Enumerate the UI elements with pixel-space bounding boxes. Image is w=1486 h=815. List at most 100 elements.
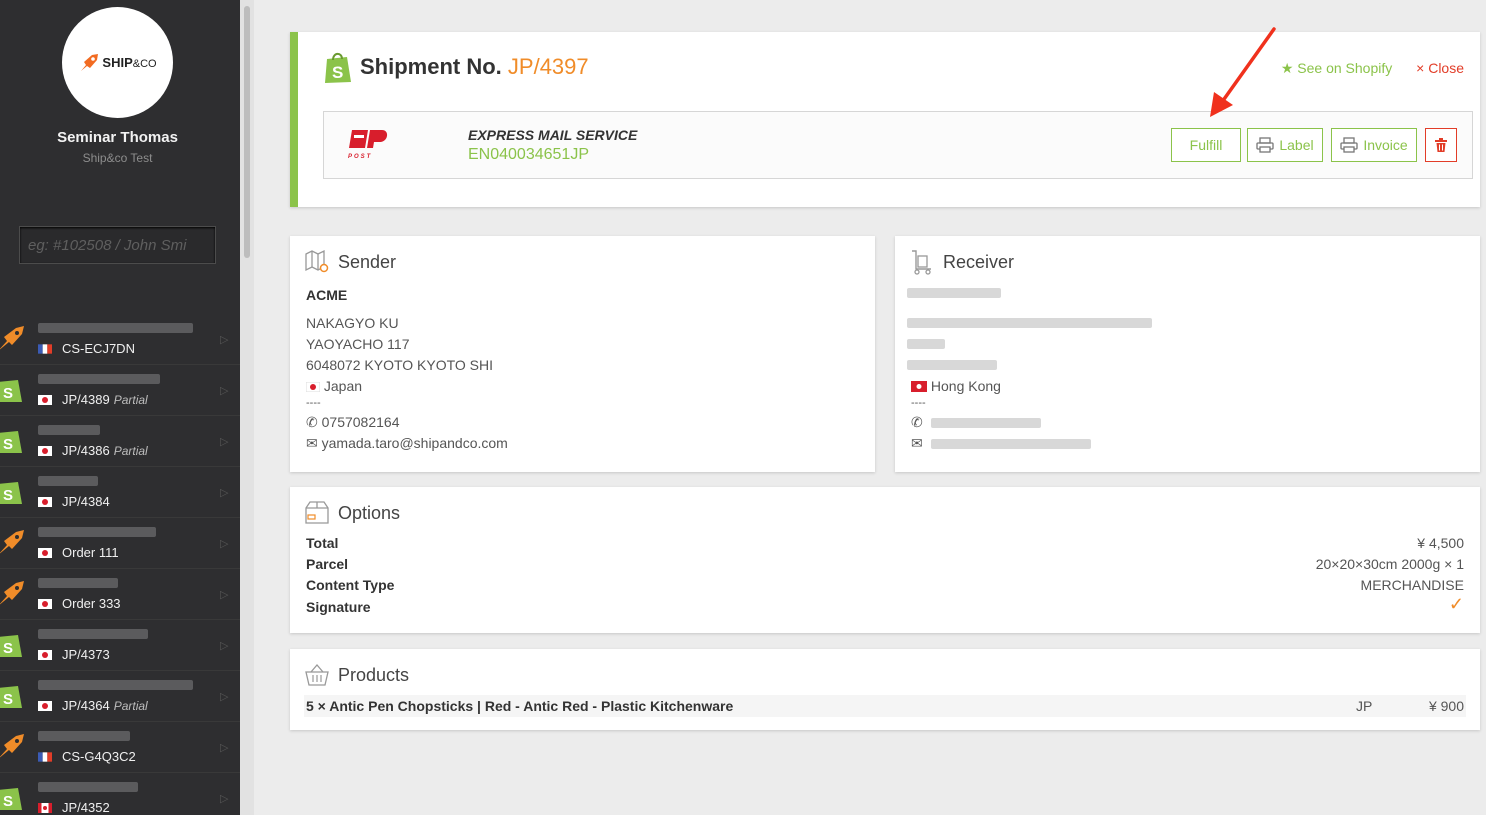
shipment-number: JP/4397 bbox=[507, 54, 589, 79]
customer-name-redacted bbox=[38, 782, 138, 792]
receiver-card: Receiver Hong Kong ---- ✆ ✉ bbox=[895, 236, 1480, 472]
svg-text:S: S bbox=[3, 436, 13, 453]
order-list-item[interactable]: Order 111 ▷ bbox=[0, 518, 240, 569]
order-list-item[interactable]: CS-G4Q3C2 ▷ bbox=[0, 722, 240, 773]
shopify-icon: S bbox=[0, 635, 22, 657]
shopify-icon: S bbox=[0, 686, 22, 708]
customer-name-redacted bbox=[38, 323, 193, 333]
order-list-item[interactable]: Order 333 ▷ bbox=[0, 569, 240, 620]
order-code: Order 111 bbox=[62, 545, 119, 560]
japan-flag-icon bbox=[38, 599, 52, 609]
mail-icon: ✉ bbox=[911, 435, 923, 451]
receiver-name-redacted bbox=[907, 288, 1001, 298]
receiver-email-redacted bbox=[931, 439, 1091, 449]
separator: ---- bbox=[306, 397, 321, 409]
tracking-number[interactable]: EN040034651JP bbox=[468, 146, 589, 164]
order-list: CS-ECJ7DN ▷ S JP/4389 Partial ▷ S JP/4386… bbox=[0, 314, 240, 815]
shipandco-logo[interactable]: SHIP&CO bbox=[62, 7, 173, 118]
order-list-item[interactable]: CS-ECJ7DN ▷ bbox=[0, 314, 240, 365]
content-type-label: Content Type bbox=[306, 577, 395, 593]
invoice-button[interactable]: Invoice bbox=[1331, 128, 1417, 162]
fulfill-button[interactable]: Fulfill bbox=[1171, 128, 1241, 162]
order-list-item[interactable]: S JP/4384 ▷ bbox=[0, 467, 240, 518]
carrier-service: EXPRESS MAIL SERVICE bbox=[468, 127, 638, 143]
parcel-value: 20×20×30cm 2000g × 1 bbox=[1315, 556, 1464, 572]
order-code: JP/4384 bbox=[62, 494, 110, 509]
order-code: CS-G4Q3C2 bbox=[62, 749, 136, 764]
content-type-value: MERCHANDISE bbox=[1360, 577, 1464, 593]
order-code: JP/4364 Partial bbox=[62, 698, 148, 713]
sender-address-line: 6048072 KYOTO KYOTO SHI bbox=[306, 357, 494, 373]
customer-name-redacted bbox=[38, 629, 148, 639]
sidebar: SHIP&CO Seminar Thomas Ship&co Test CS-E… bbox=[0, 0, 240, 815]
order-code: CS-ECJ7DN bbox=[62, 341, 135, 356]
customer-name-redacted bbox=[38, 731, 130, 741]
receiver-phone-redacted bbox=[931, 418, 1041, 428]
chevron-right-icon: ▷ bbox=[220, 691, 229, 703]
label-button[interactable]: Label bbox=[1247, 128, 1323, 162]
signature-check-icon: ✓ bbox=[1448, 594, 1464, 614]
shopify-bag-icon: S bbox=[325, 52, 351, 83]
sender-address-line: NAKAGYO KU bbox=[306, 315, 399, 331]
receiver-email: ✉ bbox=[911, 435, 923, 452]
shopify-icon: S bbox=[0, 431, 22, 453]
hand-truck-icon bbox=[912, 250, 931, 275]
sender-title: Sender bbox=[338, 252, 397, 272]
japan-flag-icon bbox=[38, 650, 52, 660]
total-value: ¥ 4,500 bbox=[1417, 535, 1464, 551]
customer-name-redacted bbox=[38, 680, 193, 690]
shipment-links: ★ See on Shopify × Close bbox=[1281, 60, 1464, 77]
chevron-right-icon: ▷ bbox=[220, 640, 229, 652]
product-row: 5 × Antic Pen Chopsticks | Red - Antic R… bbox=[304, 695, 1466, 717]
parcel-label: Parcel bbox=[306, 556, 349, 572]
products-title: Products bbox=[338, 665, 410, 685]
france-flag-icon bbox=[38, 344, 52, 354]
receiver-address-redacted bbox=[907, 360, 997, 370]
japan-flag-icon bbox=[38, 701, 52, 711]
phone-icon: ✆ bbox=[306, 414, 318, 430]
product-price: ¥ 900 bbox=[1428, 698, 1464, 714]
carrier-logo-text: POST bbox=[348, 154, 372, 160]
order-list-item[interactable]: S JP/4389 Partial ▷ bbox=[0, 365, 240, 416]
order-code: JP/4373 bbox=[62, 647, 110, 662]
japan-flag-icon bbox=[38, 446, 52, 456]
rocket-icon bbox=[0, 530, 24, 554]
close-link[interactable]: × Close bbox=[1416, 60, 1464, 76]
total-label: Total bbox=[306, 535, 339, 551]
japan-post-logo: POST bbox=[348, 130, 388, 160]
product-name: 5 × Antic Pen Chopsticks | Red - Antic R… bbox=[306, 698, 734, 714]
canada-flag-icon bbox=[38, 803, 52, 813]
options-card: Options Total ¥ 4,500 Parcel 20×20×30cm … bbox=[290, 487, 1480, 633]
customer-name-redacted bbox=[38, 425, 100, 435]
svg-text:S: S bbox=[3, 640, 13, 657]
separator: ---- bbox=[911, 397, 926, 409]
signature-label: Signature bbox=[306, 599, 371, 615]
customer-name-redacted bbox=[38, 476, 98, 486]
japan-flag-icon bbox=[38, 395, 52, 405]
delete-button[interactable] bbox=[1425, 128, 1457, 162]
order-code: Order 333 bbox=[62, 596, 121, 611]
sender-country: Japan bbox=[305, 378, 362, 394]
box-icon bbox=[305, 501, 329, 524]
printer-icon bbox=[1340, 137, 1358, 153]
sidebar-scrollbar-thumb[interactable] bbox=[244, 6, 250, 258]
receiver-country: Hong Kong bbox=[911, 378, 1001, 394]
see-on-shopify-link[interactable]: ★ See on Shopify bbox=[1281, 60, 1392, 76]
order-list-item[interactable]: S JP/4352 ▷ bbox=[0, 773, 240, 815]
rocket-icon bbox=[0, 734, 24, 758]
receiver-title: Receiver bbox=[943, 252, 1015, 272]
order-list-item[interactable]: S JP/4386 Partial ▷ bbox=[0, 416, 240, 467]
rocket-icon bbox=[0, 326, 24, 350]
user-name: Seminar Thomas bbox=[57, 129, 178, 146]
rocket-icon bbox=[81, 53, 99, 71]
carrier-box: POST EXPRESS MAIL SERVICE EN040034651JP … bbox=[323, 111, 1473, 179]
order-list-item[interactable]: S JP/4373 ▷ bbox=[0, 620, 240, 671]
order-search-input[interactable] bbox=[19, 226, 216, 264]
sender-phone: ✆ 0757082164 bbox=[306, 414, 400, 430]
order-list-item[interactable]: S JP/4364 Partial ▷ bbox=[0, 671, 240, 722]
order-code: JP/4389 Partial bbox=[62, 392, 148, 407]
svg-text:S: S bbox=[3, 793, 13, 810]
basket-icon bbox=[305, 664, 329, 686]
chevron-right-icon: ▷ bbox=[220, 385, 229, 397]
options-title: Options bbox=[338, 503, 401, 523]
